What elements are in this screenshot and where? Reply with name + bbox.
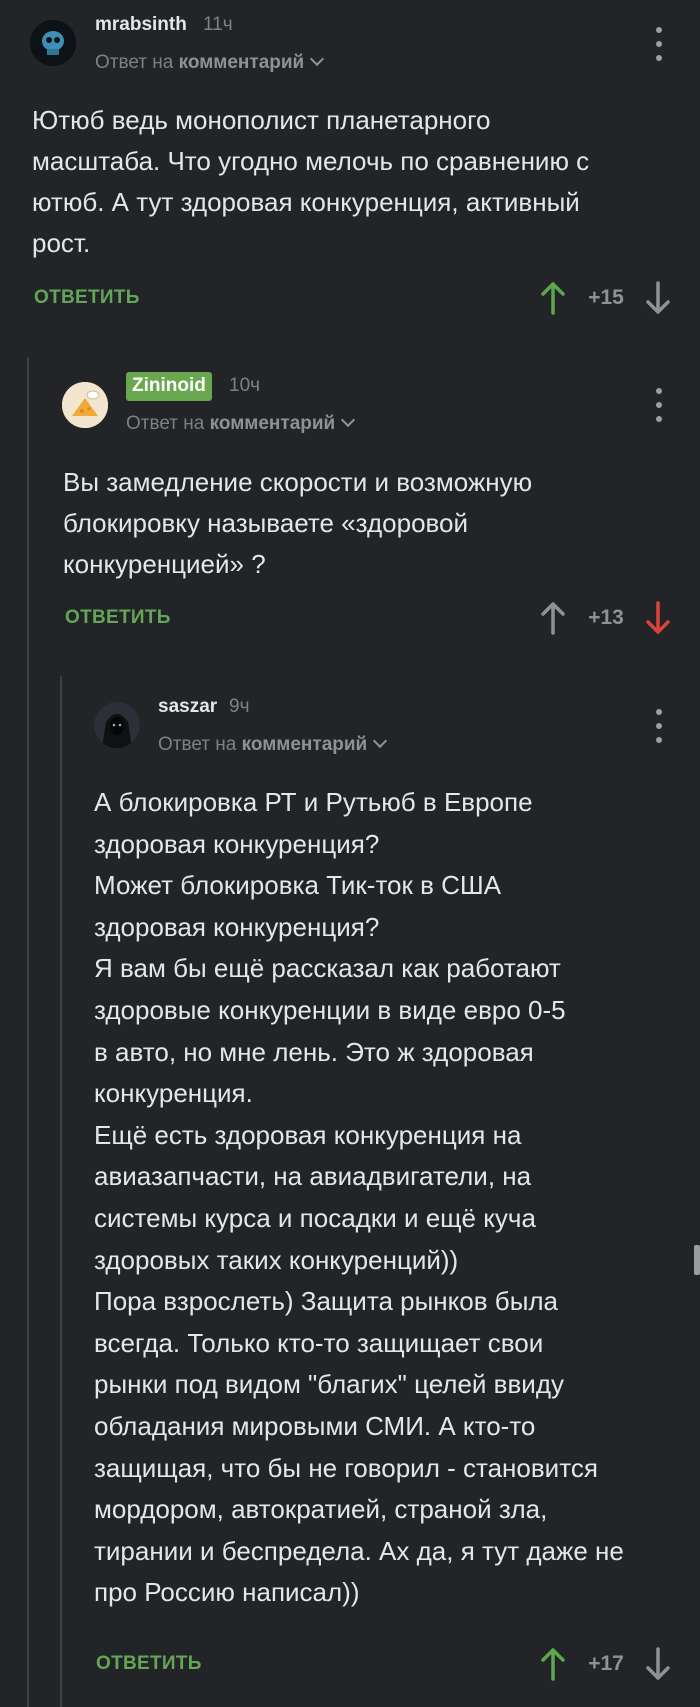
reply-to-prefix: Ответ на (126, 413, 205, 434)
comment-text: А блокировка РТ и Рутьюб в Европе здоров… (94, 787, 624, 1608)
chevron-down-icon (341, 412, 356, 428)
downvote-arrow-icon[interactable] (644, 601, 672, 635)
more-options-icon[interactable] (649, 27, 669, 61)
comment-author[interactable]: saszar (158, 696, 217, 718)
thread-line-level-2 (60, 676, 62, 1707)
comment-author[interactable]: Zininoid (126, 372, 212, 401)
avatar[interactable] (62, 382, 108, 428)
chevron-down-icon (373, 733, 388, 749)
reply-to-target: комментарий (209, 413, 336, 434)
chevron-down-icon (310, 51, 325, 67)
upvote-arrow-icon[interactable] (539, 601, 567, 635)
downvote-arrow-icon[interactable] (644, 281, 672, 315)
reply-to-link[interactable]: Ответ на комментарий (95, 51, 325, 74)
comment-time: 9ч (229, 696, 250, 717)
comment-text: Вы замедление скорости и возможную блоки… (63, 467, 533, 579)
reply-to-target: комментарий (178, 52, 305, 73)
cheese-avatar-icon (62, 382, 108, 428)
scrollbar-thumb[interactable] (694, 1245, 700, 1275)
comment-time: 11ч (203, 14, 233, 35)
comment-text: Ютюб ведь монополист планетарного масшта… (32, 105, 590, 258)
vote-score: +15 (588, 286, 624, 309)
comment-time: 10ч (229, 375, 261, 396)
more-options-icon[interactable] (649, 709, 669, 743)
vote-score: +17 (588, 1652, 624, 1675)
reply-button[interactable]: ОТВЕТИТЬ (34, 287, 140, 309)
vote-score: +13 (588, 606, 624, 629)
downvote-arrow-icon[interactable] (644, 1647, 672, 1681)
comment-author[interactable]: mrabsinth (95, 14, 187, 36)
hooded-figure-avatar-icon (94, 702, 140, 748)
reply-to-prefix: Ответ на (158, 734, 237, 755)
skull-avatar-icon (30, 20, 76, 66)
reply-to-link[interactable]: Ответ на комментарий (158, 733, 388, 756)
reply-button[interactable]: ОТВЕТИТЬ (96, 1653, 202, 1675)
upvote-arrow-icon[interactable] (539, 1647, 567, 1681)
reply-to-link[interactable]: Ответ на комментарий (126, 412, 356, 435)
reply-to-prefix: Ответ на (95, 52, 174, 73)
reply-button[interactable]: ОТВЕТИТЬ (65, 607, 171, 629)
reply-to-target: комментарий (241, 734, 368, 755)
more-options-icon[interactable] (649, 388, 669, 422)
avatar[interactable] (94, 702, 140, 748)
upvote-arrow-icon[interactable] (539, 281, 567, 315)
thread-line-level-1 (27, 357, 29, 1707)
avatar[interactable] (30, 20, 76, 66)
